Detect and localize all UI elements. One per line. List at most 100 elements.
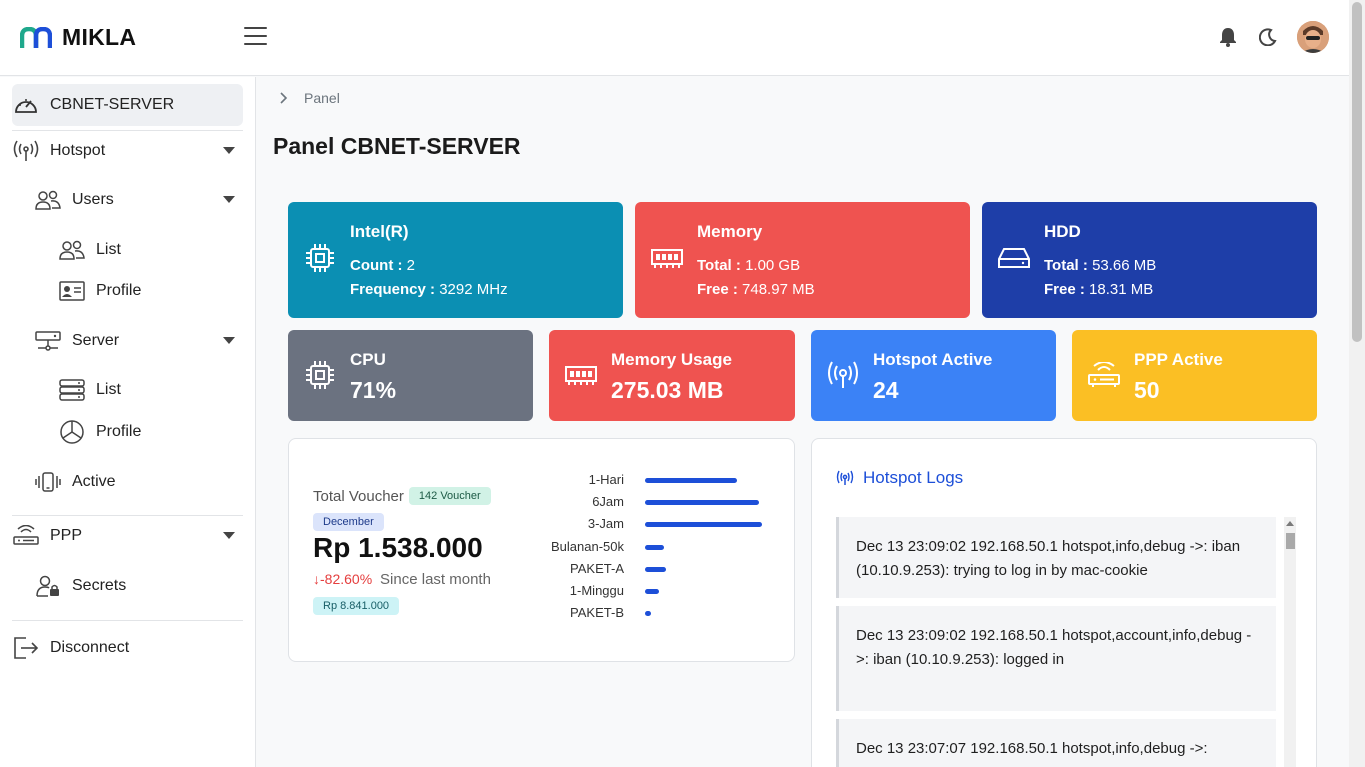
hotspot-logs-panel: Hotspot Logs Dec 13 23:09:02 192.168.50.…	[811, 438, 1317, 767]
sidebar-item-server[interactable]: Server	[34, 320, 243, 362]
sidebar-item-disconnect[interactable]: Disconnect	[12, 627, 243, 669]
sidebar-item-users-list[interactable]: List	[58, 229, 243, 271]
sidebar-item-label: List	[96, 241, 121, 258]
chart-bar[interactable]	[645, 522, 762, 528]
card-title: PPP Active	[1134, 350, 1223, 369]
chart-row: 1-Hari	[556, 470, 786, 492]
sidebar-item-secrets[interactable]: Secrets	[34, 565, 243, 607]
sidebar-item-server-list[interactable]: List	[58, 369, 243, 411]
bell-icon[interactable]	[1217, 26, 1239, 48]
chart-bar[interactable]	[645, 500, 759, 506]
sidebar-item-hotspot[interactable]: Hotspot	[12, 130, 243, 172]
sidebar-item-ppp[interactable]: PPP	[12, 515, 243, 557]
sidebar-item-label: Hotspot	[50, 142, 106, 159]
chart-category-label: PAKET-A	[570, 560, 624, 576]
hdd-free-value: 18.31 MB	[1089, 281, 1154, 298]
user-avatar[interactable]	[1297, 21, 1329, 53]
scroll-thumb[interactable]	[1286, 533, 1295, 549]
cpu-count-value: 2	[406, 257, 415, 274]
breadcrumb: Panel	[279, 90, 340, 106]
month-badge: December	[313, 513, 384, 531]
dashboard-gauge-icon	[12, 91, 40, 119]
chart-row: 3-Jam	[556, 514, 786, 536]
log-entry: Dec 13 23:09:02 192.168.50.1 hotspot,inf…	[836, 517, 1276, 598]
memory-card: Memory Total : 1.00 GB Free : 748.97 MB	[635, 202, 970, 318]
voucher-panel: Total Voucher 142 Voucher December Rp 1.…	[288, 438, 795, 662]
card-label: Frequency :	[350, 281, 436, 298]
chart-bar[interactable]	[645, 478, 737, 483]
phone-vibrate-icon	[34, 468, 62, 496]
chart-row: PAKET-A	[556, 559, 786, 581]
sidebar-item-users[interactable]: Users	[34, 179, 243, 221]
chart-bar[interactable]	[645, 544, 664, 550]
antenna-icon	[12, 137, 40, 165]
chevron-right-icon	[280, 92, 288, 104]
main-content: Panel Panel CBNET-SERVER Intel(R) Count …	[257, 77, 1349, 767]
chart-bar[interactable]	[645, 566, 666, 572]
card-title: Hotspot Active	[873, 350, 993, 369]
chart-bar[interactable]	[645, 589, 659, 594]
sidebar-item-label: Disconnect	[50, 639, 130, 656]
page-scrollbar[interactable]	[1349, 0, 1365, 767]
sidebar-item-label: Profile	[96, 423, 142, 440]
chart-category-label: Bulanan-50k	[551, 538, 624, 554]
voucher-amount: Rp 1.538.000	[313, 532, 483, 563]
chart-category-label: 6Jam	[592, 494, 624, 510]
sidebar-item-server-profile[interactable]: Profile	[58, 411, 243, 453]
sidebar-item-users-profile[interactable]: Profile	[58, 270, 243, 312]
hotspot-active-card: Hotspot Active 24	[811, 330, 1056, 421]
chevron-down-icon	[223, 337, 235, 344]
chevron-down-icon	[223, 196, 235, 203]
sidebar-item-active[interactable]: Active	[34, 461, 243, 503]
app-name: MIKLA	[62, 24, 137, 50]
card-title: Intel(R)	[350, 222, 409, 241]
ppp-active-card: PPP Active 50	[1072, 330, 1317, 421]
sidebar-item-label: Active	[72, 473, 116, 490]
memory-free-value: 748.97 MB	[742, 281, 815, 298]
dark-mode-moon-icon[interactable]	[1257, 26, 1279, 48]
sidebar-item-label: Secrets	[72, 577, 127, 594]
memory-icon	[650, 241, 684, 275]
logs-scrollbar[interactable]	[1284, 517, 1296, 767]
sidebar-item-label: PPP	[50, 527, 83, 544]
hdd-card: HDD Total : 53.66 MB Free : 18.31 MB	[982, 202, 1317, 318]
scroll-up-arrow-icon[interactable]	[1286, 521, 1294, 526]
chart-row: 6Jam	[556, 492, 786, 514]
card-label: Free :	[1044, 281, 1085, 298]
logout-icon	[12, 634, 40, 662]
memory-usage-card: Memory Usage 275.03 MB	[549, 330, 795, 421]
memory-icon	[564, 358, 598, 392]
sidebar-item-label: Server	[72, 332, 120, 349]
sidebar-item-router[interactable]: CBNET-SERVER	[12, 84, 243, 126]
logs-title: Hotspot Logs	[863, 468, 964, 487]
cpu-load-value: 71%	[350, 377, 397, 403]
server-icon	[34, 327, 62, 355]
antenna-icon	[826, 358, 860, 392]
logs-list: Dec 13 23:09:02 192.168.50.1 hotspot,inf…	[836, 517, 1280, 767]
sidebar-item-label: List	[96, 381, 121, 398]
router-icon	[1087, 358, 1121, 392]
chart-category-label: PAKET-B	[570, 605, 624, 621]
voucher-bar-chart: 1-Hari 6Jam 3-Jam Bulanan-50k PAKET-A 1-Mingg…	[551, 470, 786, 630]
user-lock-icon	[34, 572, 62, 600]
chart-bar[interactable]	[645, 611, 651, 617]
server-stack-icon	[58, 376, 86, 404]
memory-usage-value: 275.03 MB	[611, 377, 724, 403]
voucher-count-badge: 142 Voucher	[408, 487, 491, 505]
total-voucher-label: Total Voucher	[313, 487, 404, 505]
id-card-icon	[58, 277, 86, 305]
breadcrumb-item[interactable]: Panel	[304, 90, 340, 106]
app-logo[interactable]: MIKLA	[20, 24, 136, 51]
cpu-icon	[303, 241, 337, 275]
hdd-icon	[997, 241, 1031, 275]
log-entry: Dec 13 23:07:07 192.168.50.1 hotspot,inf…	[836, 719, 1276, 767]
chart-row: PAKET-B	[556, 603, 786, 625]
menu-toggle-button[interactable]	[244, 27, 267, 47]
users-icon	[58, 236, 86, 264]
page-scroll-thumb[interactable]	[1352, 2, 1362, 342]
chevron-down-icon	[223, 147, 235, 154]
chart-row: 1-Minggu	[556, 581, 786, 603]
change-text: Since last month	[380, 571, 491, 588]
hotspot-active-value: 24	[873, 377, 899, 403]
previous-amount-badge: Rp 8.841.000	[313, 597, 400, 615]
